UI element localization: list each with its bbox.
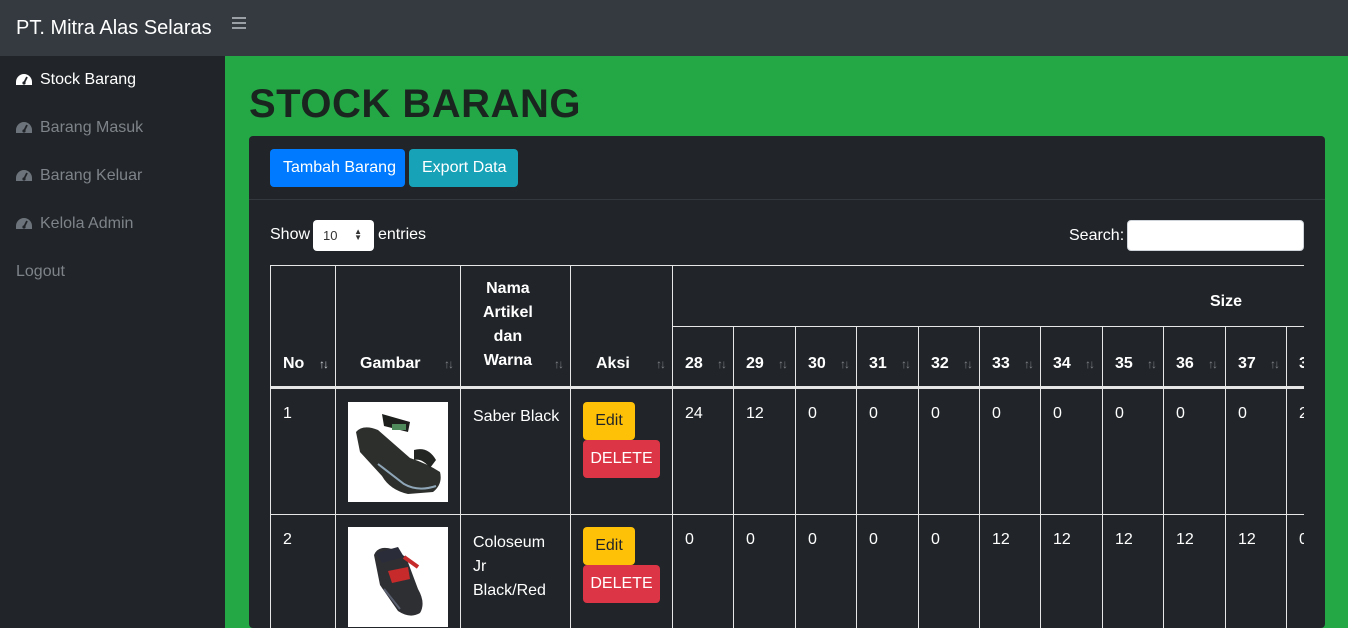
sandal-black-image [348,402,448,502]
table-row-2-gambar [335,515,460,628]
sidebar-item-barang-masuk[interactable]: Barang Masuk [16,116,143,140]
brand-title[interactable]: PT. Mitra Alas Selaras [16,17,212,40]
header-size-28[interactable]: 28 ↑↓ [672,327,733,389]
sidebar-item-label: Barang Keluar [40,167,143,184]
table-row-1-size-30: 0 [795,389,856,514]
sort-icon: ↑↓ [1147,357,1157,371]
header-size-37[interactable]: 37 ↑↓ [1225,327,1286,389]
sort-icon: ↑↓ [840,357,850,371]
header-size-30[interactable]: 30 ↑↓ [795,327,856,389]
search-label: Search: [1069,227,1125,244]
table-row-1-size-36: 0 [1163,389,1224,514]
gauge-icon [16,74,32,85]
sidebar-item-label: Barang Masuk [40,119,144,136]
header-size-35[interactable]: 35 ↑↓ [1102,327,1163,389]
table-row-2-no: 2 [270,515,335,628]
sidebar-item-logout[interactable]: Logout [16,260,65,284]
header-nama-artikel[interactable]: Nama Artikel dan Warna ↑↓ [460,265,570,389]
header-size-32[interactable]: 32 ↑↓ [918,327,979,389]
table-row-2-size-35: 12 [1102,515,1163,628]
sort-icon: ↑↓ [901,357,911,371]
sidebar-item-barang-keluar[interactable]: Barang Keluar [16,164,142,188]
sort-icon: ↑↓ [1024,357,1034,371]
header-size-29[interactable]: 29 ↑↓ [733,327,794,389]
table-row-2-size-31: 0 [856,515,917,628]
edit-button[interactable]: Edit [583,527,635,565]
entries-select-value: 10 [323,228,338,243]
header-gambar[interactable]: Gambar ↑↓ [335,265,460,389]
delete-button[interactable]: DELETE [583,565,660,603]
edit-button[interactable]: Edit [583,402,635,440]
entries-label: entries [378,226,427,243]
show-label: Show [270,226,311,243]
top-navbar: PT. Mitra Alas Selaras [0,0,1348,56]
table-row-2-size-38: 0 [1286,515,1304,628]
select-arrows-icon: ▲ ▼ [354,227,362,242]
table-row-1-size-32: 0 [918,389,979,514]
menu-toggle-icon[interactable] [232,17,246,31]
header-no[interactable]: No ↑↓ [270,265,335,389]
table-row-1-size-29: 12 [733,389,794,514]
sort-icon: ↑↓ [1270,357,1280,371]
gauge-icon [16,218,32,229]
table-row-1-size-31: 0 [856,389,917,514]
table-row-1-size-34: 0 [1040,389,1101,514]
table-row-1-size-28: 24 [672,389,733,514]
entries-select[interactable]: 10 ▲ ▼ [313,220,374,251]
sort-icon: ↑↓ [319,357,329,371]
sidebar-item-label: Stock Barang [40,71,137,88]
sort-icon: ↑↓ [656,357,666,371]
table-row-2-size-34: 12 [1040,515,1101,628]
table-row-2-size-37: 12 [1225,515,1286,628]
sidebar-item-label: Logout [16,263,65,280]
gauge-icon [16,170,32,181]
sidebar-item-label: Kelola Admin [40,215,134,232]
search-input[interactable] [1127,220,1304,251]
table-row-1-aksi: Edit DELETE [570,389,672,514]
header-size-38[interactable]: 38↑↓ [1286,327,1304,389]
header-size-group: Size [672,265,1304,327]
stock-table: No ↑↓ Gambar ↑↓ Nama Artikel dan Warna ↑… [270,265,1304,628]
table-row-2-nama: Coloseum Jr Black/Red [460,515,570,628]
table-row-1-size-37: 0 [1225,389,1286,514]
sort-icon: ↑↓ [444,357,454,371]
delete-button[interactable]: DELETE [583,440,660,478]
header-size-34[interactable]: 34 ↑↓ [1040,327,1101,389]
sidebar-item-kelola-admin[interactable]: Kelola Admin [16,212,133,236]
sandal-black-red-image [348,527,448,627]
sort-icon: ↑↓ [1085,357,1095,371]
add-item-button[interactable]: Tambah Barang [270,149,405,187]
table-row-2-size-32: 0 [918,515,979,628]
page-title: STOCK BARANG [249,82,581,126]
table-row-1-size-35: 0 [1102,389,1163,514]
sort-icon: ↑↓ [963,357,973,371]
header-size-36[interactable]: 36 ↑↓ [1163,327,1224,389]
table-row-1-nama: Saber Black [460,389,570,514]
table-row-2-size-30: 0 [795,515,856,628]
export-data-button[interactable]: Export Data [409,149,518,187]
sort-icon: ↑↓ [717,357,727,371]
table-row-2-size-28: 0 [672,515,733,628]
table-row-2-size-33: 12 [979,515,1040,628]
sort-icon: ↑↓ [1208,357,1218,371]
table-row-1-size-33: 0 [979,389,1040,514]
sort-icon: ↑↓ [778,357,788,371]
gauge-icon [16,122,32,133]
sidebar: Stock Barang Barang Masuk Barang Keluar … [0,56,225,628]
card-header: Tambah Barang Export Data [249,136,1325,200]
table-row-1-no: 1 [270,389,335,514]
header-size-31[interactable]: 31 ↑↓ [856,327,917,389]
table-row-1-size-38: 24 [1286,389,1304,514]
sidebar-item-stock-barang[interactable]: Stock Barang [16,68,136,92]
header-size-33[interactable]: 33 ↑↓ [979,327,1040,389]
header-aksi[interactable]: Aksi ↑↓ [570,265,672,389]
table-row-2-size-36: 12 [1163,515,1224,628]
table-row-2-size-29: 0 [733,515,794,628]
stock-card: Tambah Barang Export Data Show 10 ▲ ▼ ent… [249,136,1325,628]
table-row-2-aksi: Edit DELETE [570,515,672,628]
table-row-1-gambar [335,389,460,514]
sort-icon: ↑↓ [554,357,564,371]
